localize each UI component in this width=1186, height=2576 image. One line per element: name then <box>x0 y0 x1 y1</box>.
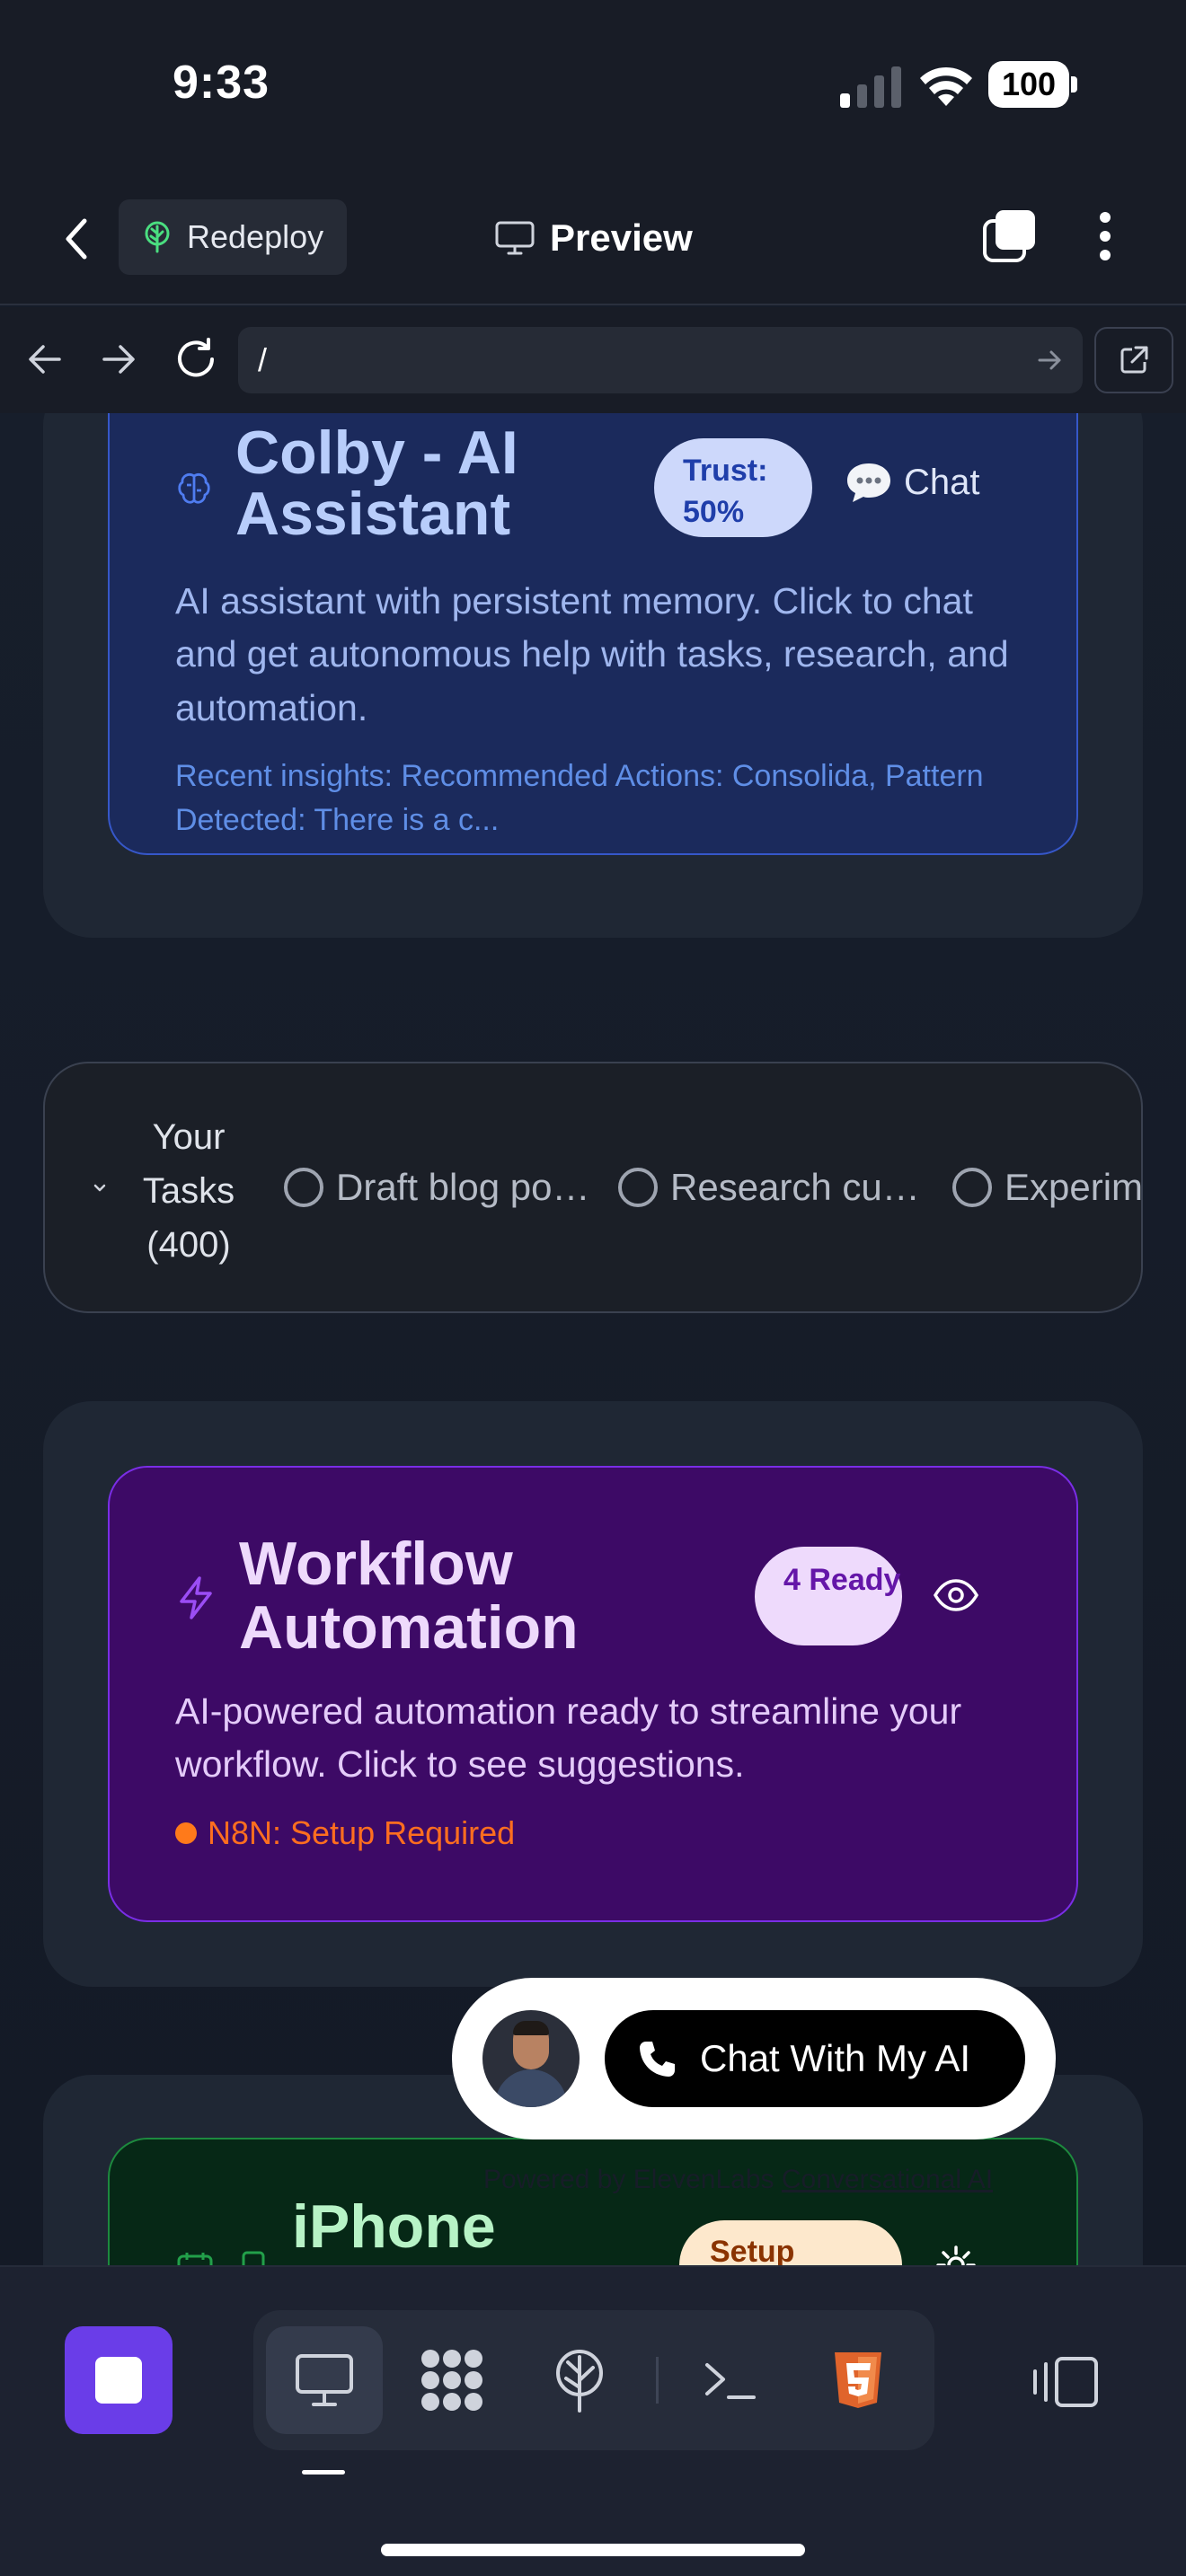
iphone-card[interactable] <box>108 2138 1078 2265</box>
browser-nav-bar: / <box>0 307 1186 413</box>
battery-icon: 100 <box>988 61 1078 108</box>
agent-avatar[interactable] <box>482 2010 580 2107</box>
chat-link[interactable]: Chat <box>845 460 980 505</box>
colby-card-title: Colby - AI Assistant <box>235 419 518 548</box>
speech-bubble-icon <box>847 463 890 502</box>
status-bar: 9:33 100 <box>0 0 1186 171</box>
colby-card-insights: Recent insights: Recommended Actions: Co… <box>175 759 984 838</box>
preview-tab[interactable]: Preview <box>494 208 693 268</box>
monitor-icon <box>495 221 535 255</box>
status-time: 9:33 <box>173 57 270 109</box>
active-tool-indicator <box>302 2470 345 2475</box>
lightning-icon <box>180 1576 212 1619</box>
split-layout-icon[interactable] <box>1030 2353 1102 2411</box>
terminal-tool-button[interactable] <box>672 2326 789 2434</box>
trust-badge: Trust: 50% <box>654 438 812 537</box>
stop-button[interactable] <box>65 2326 173 2434</box>
chat-with-ai-label: Chat With My AI <box>700 2037 971 2079</box>
powered-by: Powered by ElevenLabs Conversational AI <box>483 2165 993 2195</box>
open-external-button[interactable] <box>1094 327 1173 393</box>
redeploy-button[interactable]: Redeploy <box>119 199 347 275</box>
html5-tool-button[interactable] <box>800 2326 916 2434</box>
n8n-status: N8N: Setup Required <box>175 1814 515 1852</box>
cellular-signal-icon <box>840 66 901 108</box>
powered-by-link[interactable]: Conversational AI <box>782 2165 993 2194</box>
iphone-card-title: iPhone <box>292 2192 496 2261</box>
voice-chat-widget: Chat With My AI <box>452 1978 1056 2139</box>
redeploy-label: Redeploy <box>187 218 324 255</box>
tool-group <box>253 2310 934 2450</box>
deploy-tree-icon <box>145 221 170 253</box>
ready-badge: 4 Ready <box>755 1547 902 1645</box>
page-title: Preview <box>550 216 693 259</box>
chevron-down-icon[interactable] <box>90 1178 110 1198</box>
url-input[interactable]: / <box>238 327 1083 393</box>
n8n-status-text: N8N: Setup Required <box>208 1814 516 1851</box>
go-arrow-icon[interactable] <box>1036 347 1063 374</box>
phone-icon <box>640 2042 675 2077</box>
nav-forward-icon[interactable] <box>99 340 138 379</box>
app-header: Redeploy Preview <box>0 171 1186 305</box>
eye-icon[interactable] <box>933 1577 979 1613</box>
brain-icon <box>178 473 210 504</box>
reload-icon[interactable] <box>173 336 219 383</box>
external-link-icon <box>1120 346 1148 374</box>
wifi-icon <box>920 66 972 106</box>
battery-level: 100 <box>988 61 1069 108</box>
home-indicator <box>381 2544 805 2556</box>
nav-back-icon[interactable] <box>25 340 65 379</box>
status-dot-icon <box>175 1822 197 1844</box>
html5-icon <box>835 2352 881 2408</box>
url-value: / <box>258 341 268 378</box>
back-chevron-icon[interactable] <box>54 212 99 266</box>
more-options-icon[interactable] <box>1087 207 1123 266</box>
desktop-tool-button[interactable] <box>266 2326 383 2434</box>
gear-icon[interactable] <box>934 2244 978 2265</box>
workflow-card-title: Workflow Automation <box>239 1530 579 1663</box>
workflow-card-description: AI-powered automation ready to streamlin… <box>175 1690 962 1786</box>
setup-badge: Setup <box>679 2220 902 2265</box>
desktop-icon <box>296 2354 353 2406</box>
powered-by-text: Powered by ElevenLabs <box>483 2165 774 2194</box>
calendar-icon <box>177 2253 213 2265</box>
colby-card-description: AI assistant with persistent memory. Cli… <box>175 580 1009 728</box>
windows-icon[interactable] <box>981 208 1037 264</box>
chat-with-ai-button[interactable]: Chat With My AI <box>605 2010 1025 2107</box>
chat-label: Chat <box>904 462 980 502</box>
phone-device-icon <box>242 2251 265 2265</box>
tasks-label: Your Tasks (400) <box>142 1117 235 1265</box>
deploy-icon <box>556 2350 603 2413</box>
apps-tool-button[interactable] <box>394 2326 510 2434</box>
terminal-icon <box>705 2363 756 2399</box>
deploy-tool-button[interactable] <box>521 2326 638 2434</box>
apps-icon <box>421 2350 482 2411</box>
bottom-toolbar <box>0 2265 1186 2576</box>
stop-icon <box>95 2357 142 2404</box>
